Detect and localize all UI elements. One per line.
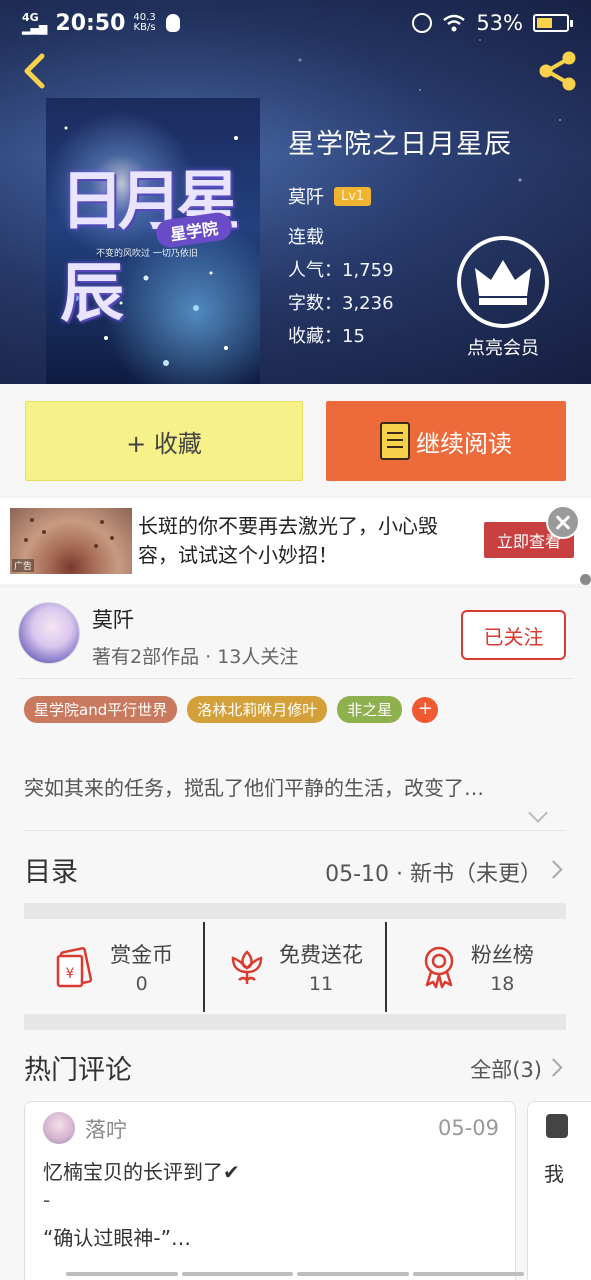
ad-mark: 广告	[12, 559, 35, 572]
red-envelope-icon: ¥	[56, 946, 93, 988]
chevron-right-icon[interactable]	[544, 1058, 563, 1077]
avatar[interactable]	[43, 1112, 75, 1144]
ad-banner[interactable]: 广告 长斑的你不要再去激光了，小心毁容，试试这个小妙招！ 立即查看	[0, 498, 591, 584]
crown-icon	[457, 236, 549, 328]
section-separator	[24, 903, 566, 919]
medal-icon	[424, 946, 454, 989]
book-detail-content: 莫阡 著有2部作品 · 13人关注 已关注 星学院and平行世界 洛林北莉咻月修…	[0, 588, 591, 1280]
author-card[interactable]: 莫阡 著有2部作品 · 13人关注 已关注	[0, 588, 591, 678]
author-level-badge: Lv1	[334, 186, 372, 206]
section-separator	[24, 1014, 566, 1030]
chevron-right-icon	[544, 860, 563, 879]
fan-ranking-button[interactable]: 粉丝榜 18	[384, 922, 566, 1012]
back-button[interactable]	[14, 50, 56, 92]
comment-username[interactable]: 落咛	[85, 1114, 127, 1144]
author-name: 莫阡	[92, 608, 134, 632]
book-cover[interactable]: 日月星辰 星学院 不变的风吹过 一切乃依旧	[46, 98, 260, 384]
signal-indicator: 4G ▂▄▆	[22, 11, 48, 35]
comment-text-line: “确认过眼神-”…	[43, 1226, 191, 1250]
reward-bar: ¥ 赏金币 0 免费送花 11 粉丝榜 18	[24, 922, 566, 1012]
alarm-icon	[412, 13, 433, 33]
send-flower-button[interactable]: 免费送花 11	[203, 922, 384, 1012]
divider	[18, 678, 573, 679]
send-flower-label: 免费送花	[278, 943, 363, 967]
status-time: 20:50	[55, 10, 126, 36]
status-bar: 4G ▂▄▆ 20:50 40.3 KB/s 53%	[0, 0, 591, 46]
tag-item[interactable]: 非之星	[337, 696, 403, 723]
follow-button[interactable]: 已关注	[461, 610, 566, 660]
battery-percent: 53%	[476, 11, 523, 35]
divider	[24, 830, 566, 831]
avatar[interactable]	[18, 602, 80, 664]
hot-comments-title: 热门评论	[24, 1055, 132, 1086]
wifi-icon	[443, 14, 466, 32]
qq-notification-icon	[165, 14, 180, 32]
reward-coins-value: 0	[135, 973, 148, 995]
book-synopsis[interactable]: 突如其来的任务，搅乱了他们平静的生活，改变了…	[24, 772, 569, 801]
author-stats: 著有2部作品 · 13人关注	[92, 646, 299, 668]
comment-card[interactable]: 落咛 05-09 忆楠宝贝的长评到了✔ - “确认过眼神-”…	[24, 1101, 516, 1280]
book-icon	[380, 422, 410, 460]
tag-item[interactable]: 星学院and平行世界	[24, 696, 178, 723]
vip-label: 点亮会员	[467, 338, 539, 359]
action-bar: + 收藏 继续阅读	[0, 384, 591, 496]
comment-text-line: -	[43, 1188, 51, 1212]
toc-update-info: 05-10 · 新书（未更）	[325, 862, 542, 887]
add-tag-button[interactable]: +	[412, 696, 439, 723]
comment-card[interactable]: 我	[527, 1101, 591, 1280]
avatar	[546, 1114, 568, 1138]
expand-synopsis-icon[interactable]	[528, 803, 548, 823]
comment-text-line: 我	[544, 1162, 564, 1186]
vip-button[interactable]: 点亮会员	[456, 236, 550, 360]
flower-icon	[231, 950, 263, 984]
continue-reading-label: 继续阅读	[416, 429, 512, 458]
battery-fill	[537, 18, 552, 28]
ad-text: 长斑的你不要再去激光了，小心毁容，试试这个小妙招！	[138, 514, 438, 567]
ad-close-button[interactable]	[546, 505, 580, 539]
book-title: 星学院之日月星辰	[288, 129, 512, 160]
continue-reading-button[interactable]: 继续阅读	[326, 401, 566, 481]
collect-button[interactable]: + 收藏	[25, 401, 303, 481]
tag-list: 星学院and平行世界 洛林北莉咻月修叶 非之星 +	[24, 696, 439, 723]
comment-scroll-indicator	[66, 1272, 524, 1276]
comment-date: 05-09	[437, 1116, 499, 1140]
net-speed: 40.3 KB/s	[133, 12, 156, 33]
reward-coins-button[interactable]: ¥ 赏金币 0	[24, 922, 203, 1012]
table-of-contents-row[interactable]: 目录 05-10 · 新书（未更）	[24, 848, 566, 894]
tag-item[interactable]: 洛林北莉咻月修叶	[187, 696, 328, 723]
cover-tagline: 不变的风吹过 一切乃依旧	[96, 249, 198, 259]
book-author[interactable]: 莫阡	[288, 183, 324, 209]
fan-ranking-label: 粉丝榜	[470, 943, 534, 967]
reward-coins-label: 赏金币	[110, 943, 174, 967]
share-button[interactable]	[535, 48, 581, 94]
hot-comments-header: 热门评论 全部(3)	[24, 1048, 566, 1088]
ad-info-icon[interactable]	[580, 574, 591, 585]
ad-image: 广告	[10, 508, 132, 574]
book-author-row: 莫阡 Lv1	[288, 183, 512, 209]
battery-icon	[533, 14, 573, 32]
svg-text:¥: ¥	[66, 966, 75, 982]
toc-label: 目录	[24, 857, 78, 888]
comment-text-line: 忆楠宝贝的长评到了✔	[43, 1160, 240, 1184]
fan-ranking-value: 18	[490, 973, 515, 995]
send-flower-value: 11	[308, 973, 334, 995]
all-comments-link[interactable]: 全部(3)	[470, 1054, 542, 1084]
